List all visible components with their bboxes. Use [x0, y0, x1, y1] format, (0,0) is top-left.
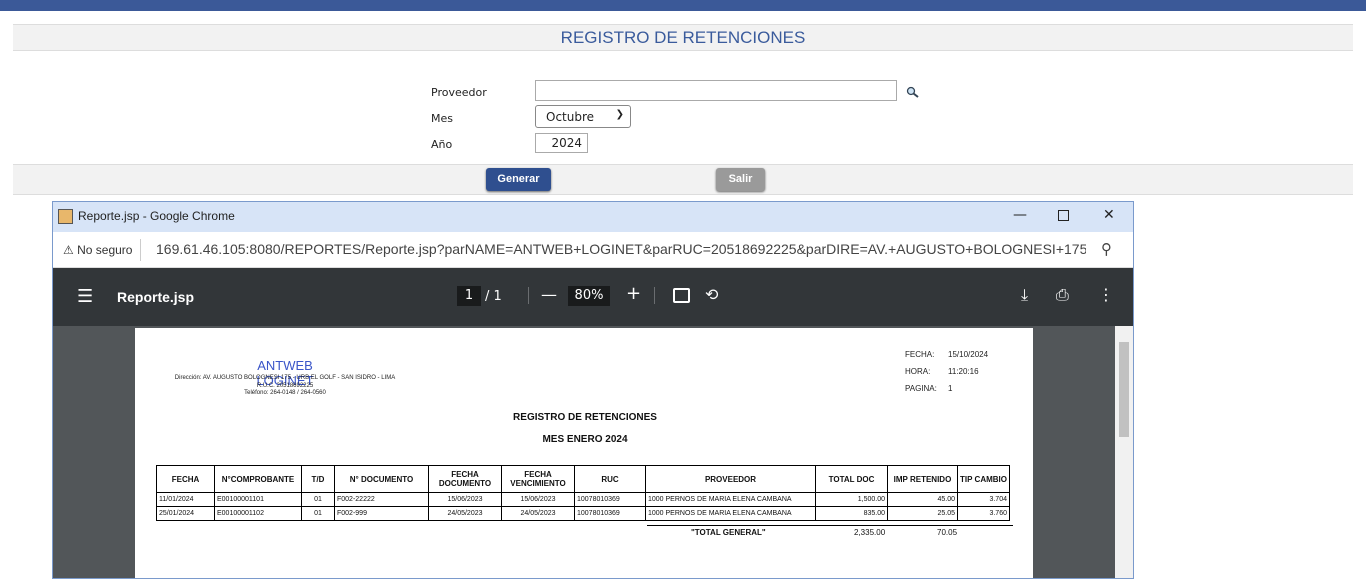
col-header: FECHA — [156, 465, 215, 493]
window-title: Reporte.jsp - Google Chrome — [78, 209, 235, 223]
warning-icon: ⚠ — [63, 243, 78, 257]
minimize-icon[interactable]: — — [1013, 207, 1027, 223]
cell-fecha-venc: 24/05/2023 — [501, 506, 575, 521]
scrollbar-thumb[interactable] — [1119, 342, 1129, 437]
proveedor-label: Proveedor — [431, 86, 487, 99]
cell-ruc: 10078010369 — [574, 492, 646, 507]
mes-label: Mes — [431, 112, 453, 125]
cell-td: 01 — [301, 492, 335, 507]
cell-comprobante: E00100001101 — [214, 492, 302, 507]
company-ruc: R.U.C. 20518692225 — [256, 383, 314, 389]
pdf-toolbar: ☰ Reporte.jsp 1 / 1 — 80% + ⟲ ⤓ ⎙ ⋮ — [53, 268, 1133, 326]
cell-proveedor: 1000 PERNOS DE MARIA ELENA CAMBANA — [645, 506, 816, 521]
cell-total-doc: 835.00 — [815, 506, 888, 521]
col-header: FECHA DOCUMENTO — [428, 465, 502, 493]
print-icon[interactable]: ⎙ — [1056, 285, 1069, 305]
cell-imp-retenido: 45.00 — [887, 492, 958, 507]
anio-label: Año — [431, 138, 453, 151]
cell-tip-cambio: 3.704 — [957, 492, 1010, 507]
chevron-down-icon: ❯ — [615, 109, 624, 120]
col-header: IMP RETENIDO — [887, 465, 958, 493]
zoom-out-icon[interactable]: — — [541, 285, 557, 304]
fecha-value: 15/10/2024 — [948, 350, 989, 359]
app-icon — [58, 209, 73, 224]
pagina-value: 1 — [948, 384, 953, 393]
anio-input[interactable]: 2024 — [535, 133, 588, 153]
rotate-icon[interactable]: ⟲ — [705, 285, 718, 304]
cell-documento: F002-22222 — [334, 492, 429, 507]
cell-proveedor: 1000 PERNOS DE MARIA ELENA CAMBANA — [645, 492, 816, 507]
col-header: TIP CAMBIO — [957, 465, 1010, 493]
cell-tip-cambio: 3.760 — [957, 506, 1010, 521]
window-titlebar: Reporte.jsp - Google Chrome — ✕ — [53, 202, 1133, 232]
pdf-page: ANTWEB LOGINET Dirección: AV. AUGUSTO BO… — [135, 328, 1033, 578]
address-bar: ⚠ No seguro 169.61.46.105:8080/REPORTES/… — [53, 232, 1133, 268]
security-indicator[interactable]: ⚠ No seguro — [59, 239, 142, 261]
divider — [654, 287, 655, 304]
security-text: No seguro — [77, 243, 133, 257]
proveedor-input[interactable] — [535, 80, 897, 101]
generar-button[interactable]: Generar — [486, 168, 551, 191]
page-title: REGISTRO DE RETENCIONES — [13, 24, 1353, 51]
cell-fecha-doc: 15/06/2023 — [428, 492, 502, 507]
cell-ruc: 10078010369 — [574, 506, 646, 521]
menu-icon[interactable]: ☰ — [77, 286, 93, 307]
fit-page-icon[interactable] — [673, 288, 690, 303]
page-total: / 1 — [485, 289, 502, 304]
col-header: RUC — [574, 465, 646, 493]
search-icon[interactable] — [906, 86, 919, 99]
fecha-label: FECHA: — [905, 350, 935, 359]
top-banner — [0, 0, 1366, 11]
col-header: FECHA VENCIMIENTO — [501, 465, 575, 493]
col-header: PROVEEDOR — [645, 465, 816, 493]
company-address: Dirección: AV. AUGUSTO BOLOGNESI 175 - U… — [174, 375, 396, 381]
zoom-in-icon[interactable]: + — [626, 283, 641, 304]
chrome-popup-window: Reporte.jsp - Google Chrome — ✕ ⚠ No seg… — [52, 201, 1134, 579]
page-number-input[interactable]: 1 — [457, 286, 481, 306]
total-doc: 2,335.00 — [854, 528, 886, 537]
total-rule — [647, 525, 1013, 526]
cell-td: 01 — [301, 506, 335, 521]
zoom-level[interactable]: 80% — [568, 286, 610, 306]
col-header: N° DOCUMENTO — [334, 465, 429, 493]
col-header: N°COMPROBANTE — [214, 465, 302, 493]
col-header: TOTAL DOC — [815, 465, 888, 493]
button-bar — [13, 164, 1353, 195]
cell-fecha-doc: 24/05/2023 — [428, 506, 502, 521]
zoom-icon[interactable]: ⚲ — [1101, 240, 1112, 258]
url-text[interactable]: 169.61.46.105:8080/REPORTES/Reporte.jsp?… — [156, 241, 1086, 257]
pagina-label: PAGINA: — [905, 384, 937, 393]
pdf-filename: Reporte.jsp — [117, 289, 195, 305]
report-subtitle: MES ENERO 2024 — [542, 434, 628, 445]
vertical-scrollbar[interactable] — [1115, 326, 1133, 578]
report-title: REGISTRO DE RETENCIONES — [513, 412, 657, 423]
divider — [528, 287, 529, 304]
company-phone: Teléfono: 264-0148 / 264-0560 — [244, 390, 326, 396]
mes-select[interactable]: Octubre ❯ — [535, 105, 631, 128]
maximize-icon[interactable] — [1058, 210, 1069, 221]
total-label: "TOTAL GENERAL" — [691, 528, 766, 537]
cell-fecha-venc: 15/06/2023 — [501, 492, 575, 507]
salir-button[interactable]: Salir — [716, 168, 765, 191]
table-row: 25/01/2024 E00100001102 01 F002-999 24/0… — [156, 506, 1010, 521]
cell-fecha: 25/01/2024 — [156, 506, 215, 521]
retenciones-table: FECHA N°COMPROBANTE T/D N° DOCUMENTO FEC… — [156, 465, 1010, 521]
cell-documento: F002-999 — [334, 506, 429, 521]
more-options-icon[interactable]: ⋮ — [1098, 285, 1114, 304]
mes-value: Octubre — [546, 110, 595, 124]
cell-imp-retenido: 25.05 — [887, 506, 958, 521]
total-retenido: 70.05 — [937, 528, 958, 537]
hora-value: 11:20:16 — [948, 367, 979, 376]
hora-label: HORA: — [905, 367, 931, 376]
table-row: 11/01/2024 E00100001101 01 F002-22222 15… — [156, 492, 1010, 507]
cell-total-doc: 1,500.00 — [815, 492, 888, 507]
close-icon[interactable]: ✕ — [1103, 207, 1115, 223]
cell-comprobante: E00100001102 — [214, 506, 302, 521]
col-header: T/D — [301, 465, 335, 493]
cell-fecha: 11/01/2024 — [156, 492, 215, 507]
download-icon[interactable]: ⤓ — [1021, 285, 1028, 305]
